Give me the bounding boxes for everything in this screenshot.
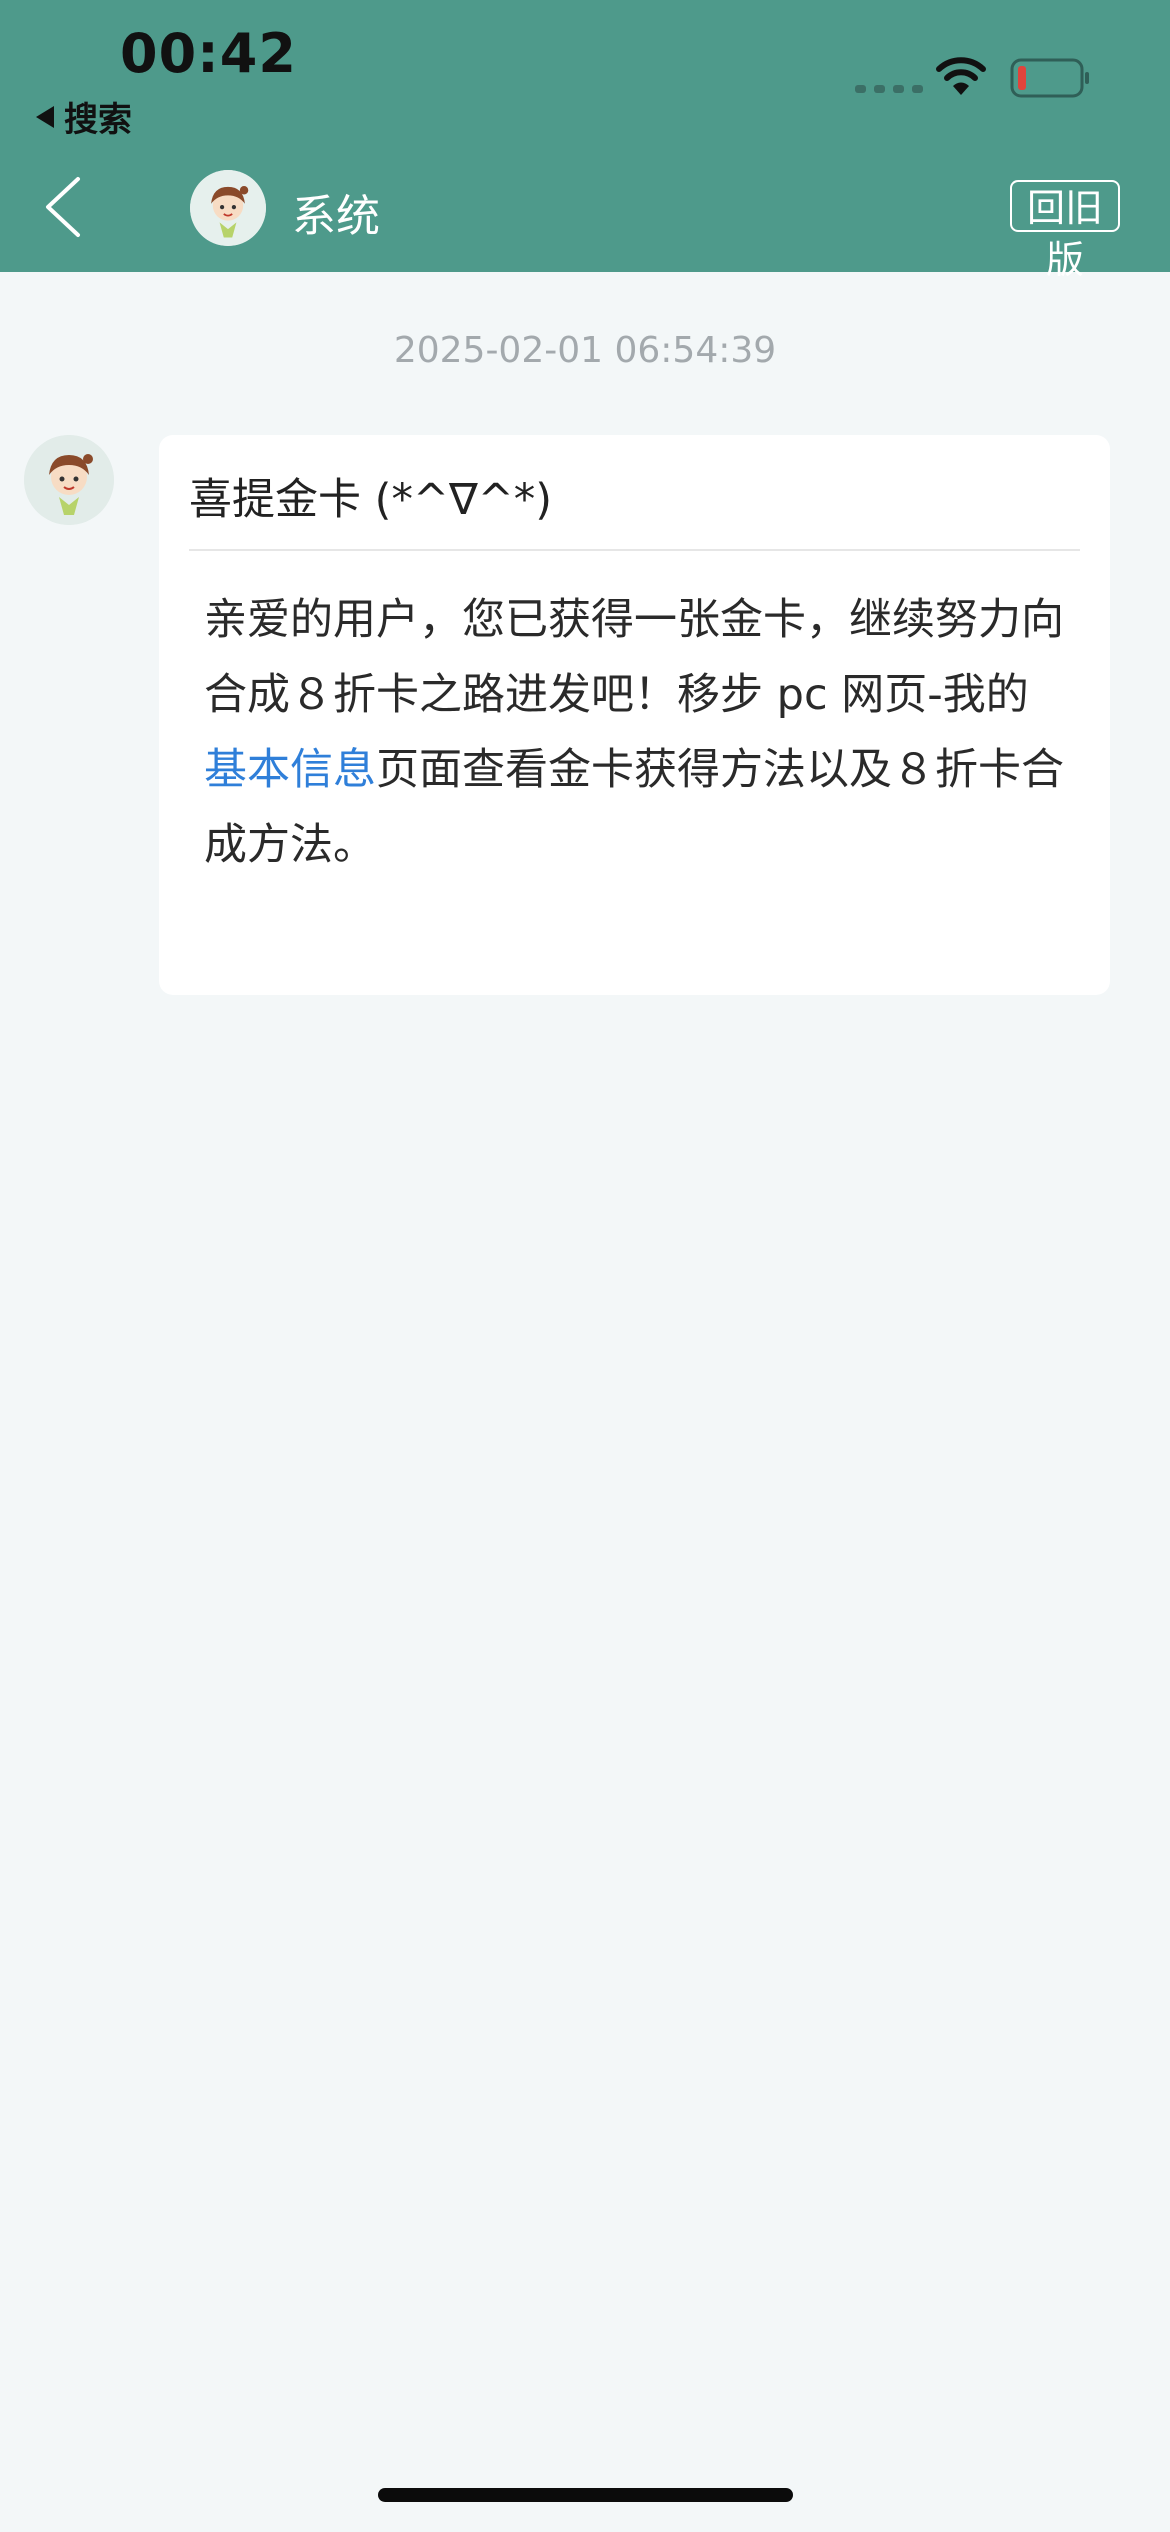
nav-avatar	[190, 170, 266, 246]
back-triangle-icon	[36, 105, 54, 128]
back-to-app-link[interactable]: 搜索	[36, 92, 132, 141]
message-body: 亲爱的用户，您已获得一张金卡，继续努力向合成８折卡之路进发吧！移步 pc 网页-…	[204, 583, 1064, 883]
basic-info-link[interactable]: 基本信息	[204, 745, 376, 795]
status-time: 00:42	[120, 22, 297, 85]
message-timestamp: 2025-02-01 06:54:39	[393, 330, 777, 371]
page-title: 系统	[292, 191, 380, 242]
old-version-button[interactable]: 回旧版	[1010, 180, 1120, 282]
wifi-icon	[936, 57, 986, 95]
sender-avatar	[24, 435, 114, 525]
message-body-text: 亲爱的用户，您已获得一张金卡，继续努力向合成８折卡之路进发吧！移步 pc 网页-…	[204, 595, 1064, 720]
cellular-signal-icon	[855, 85, 923, 93]
chevron-left-icon[interactable]	[40, 175, 90, 239]
message-title: 喜提金卡 (*^∇^*)	[189, 475, 553, 525]
battery-low-icon	[1010, 58, 1089, 98]
back-to-app-label: 搜索	[64, 100, 132, 140]
home-indicator[interactable]	[378, 2488, 793, 2502]
divider	[189, 549, 1080, 551]
message-card: 喜提金卡 (*^∇^*) 亲爱的用户，您已获得一张金卡，继续努力向合成８折卡之路…	[159, 435, 1110, 995]
app-header: 00:42 搜索 系统 回旧版	[0, 0, 1170, 282]
